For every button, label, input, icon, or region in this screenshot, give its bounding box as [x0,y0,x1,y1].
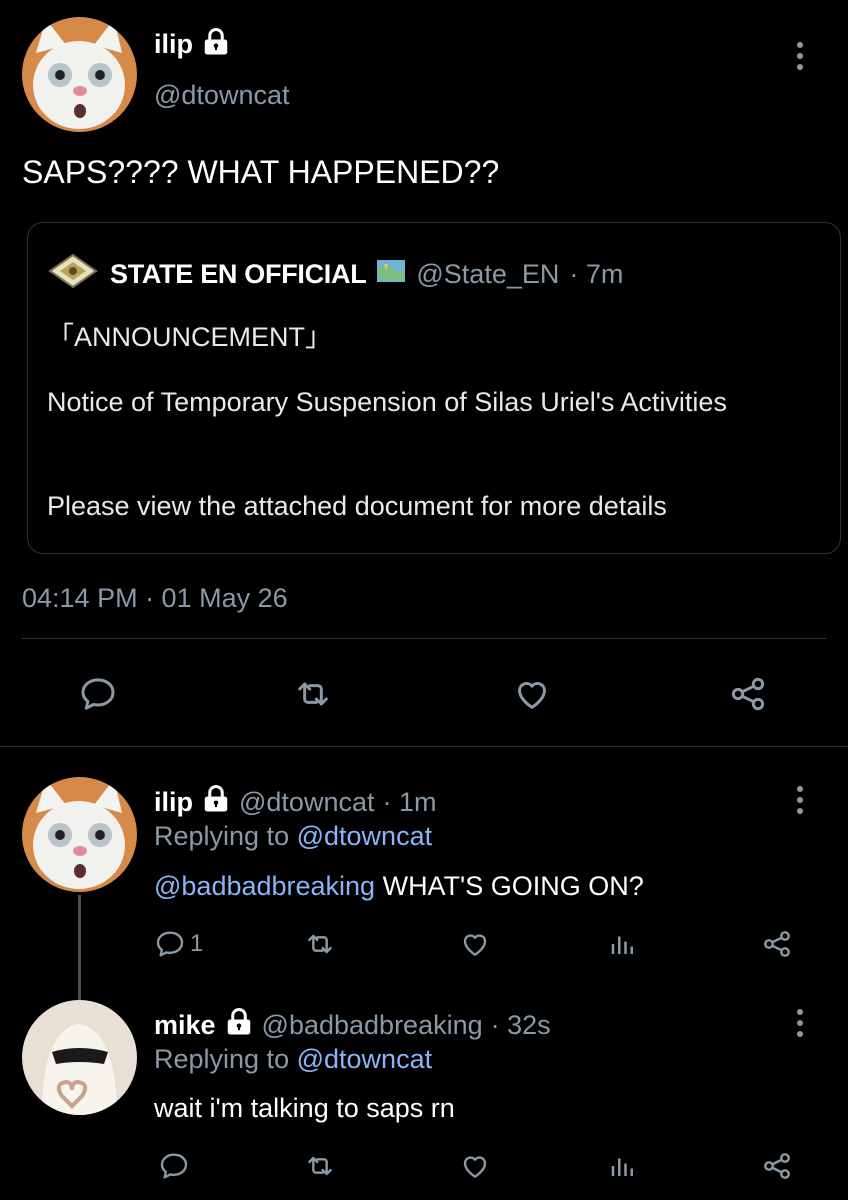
lock-icon [201,27,231,62]
retweet-icon[interactable] [303,1150,337,1182]
quoted-line-announcement: 「ANNOUNCEMENT」 [47,322,333,352]
retweet-icon[interactable] [303,928,337,960]
reply2-replying-to: Replying to @dtowncat [154,1044,432,1075]
author-name-row: ilip [154,26,231,62]
reply1-age: · 1m [382,787,437,817]
like-icon[interactable] [511,674,553,714]
reply1-replying-to: Replying to @dtowncat [154,821,432,852]
divider [22,638,826,639]
display-name[interactable]: ilip [154,29,193,60]
section-divider [0,746,848,747]
replying-to-link[interactable]: @dtowncat [297,1044,432,1074]
replying-to-prefix: Replying to [154,1044,290,1074]
tweet-text: SAPS???? WHAT HAPPENED?? [22,154,500,190]
reply1-handle[interactable]: @dtowncat [239,787,374,818]
like-icon[interactable] [458,928,492,960]
quoted-line-notice: Notice of Temporary Suspension of Silas … [47,387,727,417]
reply1-header: ilip @dtowncat · 1m [154,784,436,821]
reply-count: 1 [190,930,204,957]
quoted-header: STATE EN OFFICIAL @State_EN · 7m [46,251,623,298]
reply-icon[interactable] [158,1150,190,1182]
quoted-handle[interactable]: @State_EN [416,259,559,290]
analytics-icon[interactable] [608,928,638,960]
reply2-age: · 32s [490,1010,551,1040]
reply-icon[interactable] [78,674,118,714]
replying-to-link[interactable]: @dtowncat [297,821,432,851]
analytics-icon[interactable] [608,1150,638,1182]
reply-icon [154,928,186,960]
mention-link[interactable]: @badbadbreaking [154,871,375,901]
like-icon[interactable] [458,1150,492,1182]
reply2-display-name[interactable]: mike [154,1010,216,1041]
timestamp[interactable]: 04:14 PM · 01 May 26 [22,583,288,614]
quoted-age: · 7m [569,259,624,289]
reply2-handle[interactable]: @badbadbreaking [262,1010,483,1041]
share-icon[interactable] [727,674,769,714]
reply1-body: WHAT'S GOING ON? [375,871,644,901]
lock-icon [224,1007,254,1044]
lock-icon [201,784,231,821]
reply1-more-options-icon[interactable] [797,786,803,814]
quoted-tweet-card[interactable]: STATE EN OFFICIAL @State_EN · 7m 「ANNOUN… [27,222,841,554]
reply2-header: mike @badbadbreaking · 32s [154,1007,551,1044]
more-options-icon[interactable] [797,42,803,70]
reply2-text: wait i'm talking to saps rn [154,1093,455,1123]
reply2-more-options-icon[interactable] [797,1009,803,1037]
reply1-display-name[interactable]: ilip [154,787,193,818]
reply1-reply-button[interactable]: 1 [154,928,203,960]
retweet-icon[interactable] [292,674,334,714]
thread-line [78,895,81,1000]
avatar-mike[interactable] [22,1000,137,1115]
avatar-ilip[interactable] [22,17,137,132]
replying-to-prefix: Replying to [154,821,290,851]
quoted-display-name[interactable]: STATE EN OFFICIAL [110,259,367,290]
quoted-avatar-icon [46,251,100,298]
quoted-line-details: Please view the attached document for mo… [47,491,667,521]
avatar-ilip-reply[interactable] [22,777,137,892]
share-icon[interactable] [760,928,794,960]
reply1-text: @badbadbreaking WHAT'S GOING ON? [154,871,644,902]
map-emoji-icon [376,258,406,291]
handle[interactable]: @dtowncat [154,80,289,111]
share-icon[interactable] [760,1150,794,1182]
